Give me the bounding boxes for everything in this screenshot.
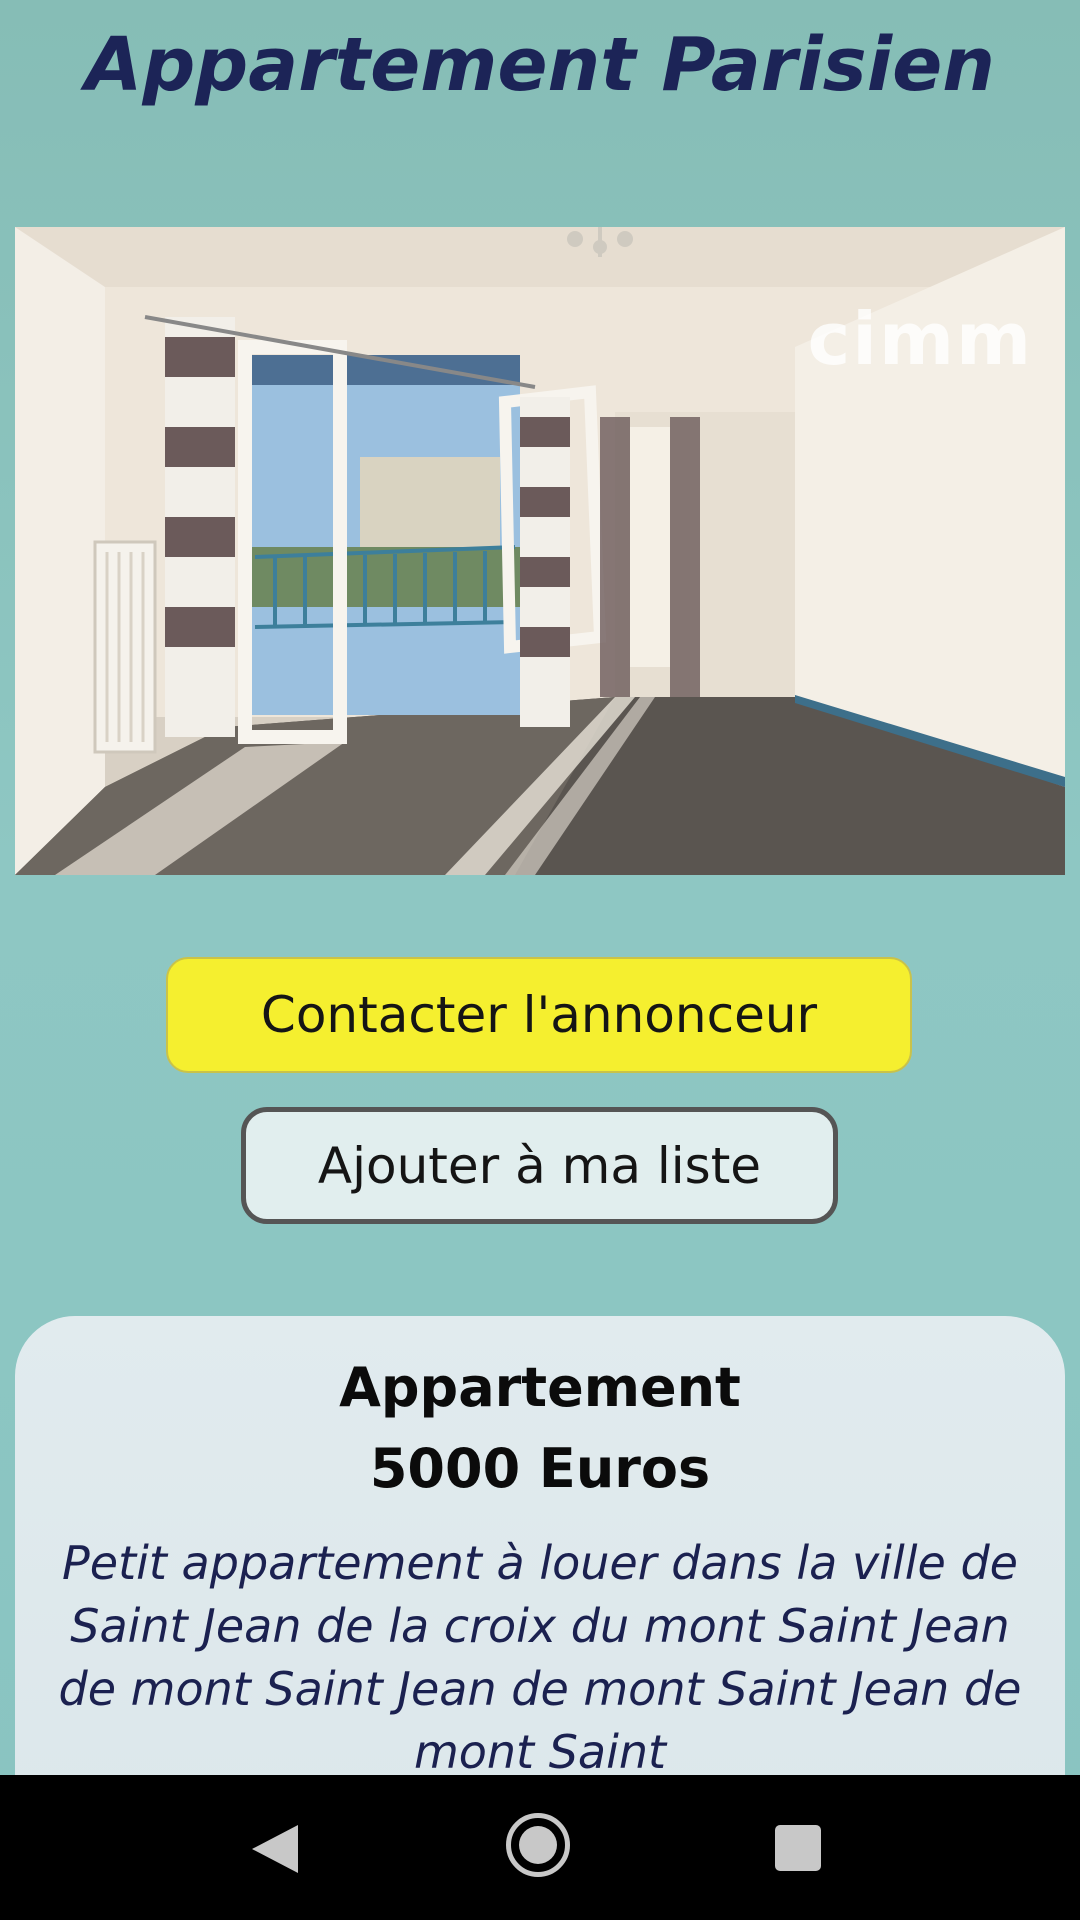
listing-type: Appartement [339, 1356, 741, 1419]
back-icon[interactable] [252, 1825, 298, 1873]
home-icon[interactable] [506, 1813, 570, 1877]
watermark-logo: cimm [807, 297, 1033, 381]
system-navigation-bar [0, 1775, 1080, 1920]
recent-apps-icon[interactable] [775, 1825, 821, 1871]
contact-advertiser-button[interactable]: Contacter l'annonceur [166, 957, 912, 1073]
page-title: Appartement Parisien [85, 22, 995, 108]
listing-price: 5000 Euros [369, 1437, 711, 1500]
add-to-list-button[interactable]: Ajouter à ma liste [241, 1107, 838, 1224]
listing-photo[interactable]: cimm [15, 227, 1065, 875]
listing-details-card: Appartement 5000 Euros Petit appartement… [15, 1316, 1065, 1775]
app-screen: Appartement Parisien cimm Contacter l'an… [0, 0, 1080, 1775]
listing-description: Petit appartement à louer dans la ville … [58, 1536, 1022, 1775]
